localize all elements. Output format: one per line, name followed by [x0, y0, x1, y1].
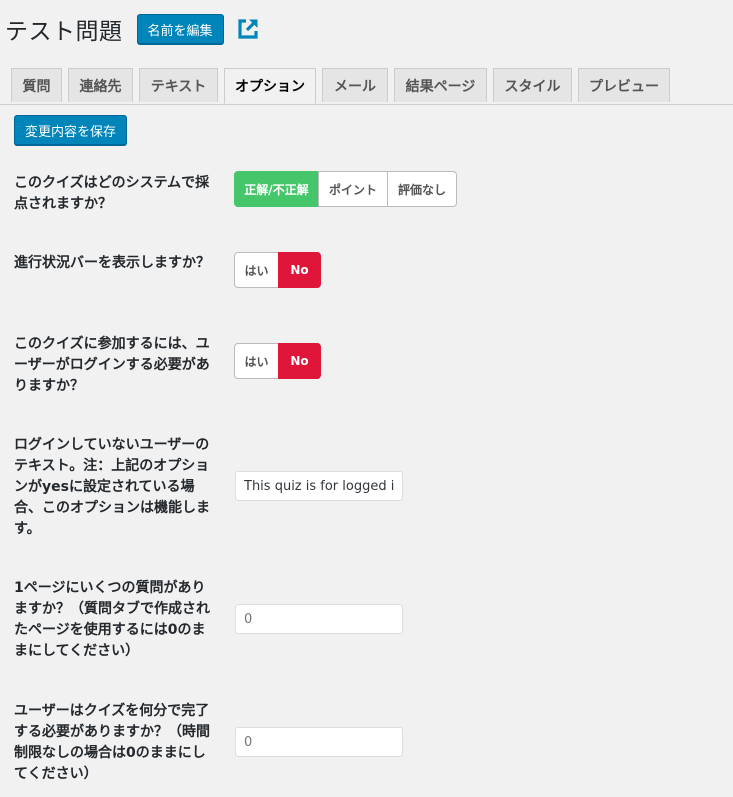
logged-out-text-label: ログインしていないユーザーのテキスト。注：上記のオプションがyesに設定されてい… — [14, 437, 210, 537]
scoring-no-grade-button[interactable]: 評価なし — [387, 171, 457, 207]
tab-results-page[interactable]: 結果ページ — [394, 68, 487, 102]
save-changes-button[interactable]: 変更内容を保存 — [14, 115, 128, 145]
scoring-points-button[interactable]: ポイント — [318, 171, 388, 207]
questions-per-page-label: 1ページにいくつの質問がありますか？（質問タブで作成されたページを使用するには0… — [14, 580, 210, 659]
require-login-label: このクイズに参加するには、ユーザーがログインする必要がありますか？ — [14, 336, 210, 394]
tab-questions[interactable]: 質問 — [11, 68, 62, 102]
logged-out-text-input[interactable] — [235, 471, 403, 501]
progress-bar-toggle: はい No — [234, 252, 321, 288]
tab-bar: 質問 連絡先 テキスト オプション メール 結果ページ スタイル プレビュー — [0, 68, 733, 105]
require-login-no-button[interactable]: No — [278, 343, 321, 379]
progress-bar-no-button[interactable]: No — [278, 252, 321, 288]
tab-options[interactable]: オプション — [224, 68, 316, 104]
scoring-correct-incorrect-button[interactable]: 正解/不正解 — [234, 171, 319, 207]
progress-bar-label: 進行状況バーを表示しますか？ — [14, 255, 210, 271]
tab-email[interactable]: メール — [322, 68, 388, 102]
page-title: テスト問題 — [5, 19, 123, 45]
scoring-system-label: このクイズはどのシステムで採点されますか？ — [14, 175, 210, 212]
rename-button[interactable]: 名前を編集 — [136, 14, 224, 44]
tab-contact[interactable]: 連絡先 — [68, 68, 133, 102]
require-login-yes-button[interactable]: はい — [234, 343, 279, 379]
questions-per-page-input[interactable] — [235, 604, 403, 634]
tab-text[interactable]: テキスト — [139, 68, 218, 102]
tab-style[interactable]: スタイル — [493, 68, 572, 102]
progress-bar-yes-button[interactable]: はい — [234, 252, 279, 288]
external-link-icon[interactable] — [236, 17, 260, 41]
title-row: テスト問題 名前を編集 — [5, 12, 260, 46]
require-login-toggle: はい No — [234, 343, 321, 379]
time-limit-label: ユーザーはクイズを何分で完了する必要がありますか？（時間制限なしの場合は0のまま… — [14, 703, 210, 782]
time-limit-input[interactable] — [235, 727, 403, 757]
scoring-system-toggle: 正解/不正解 ポイント 評価なし — [234, 171, 457, 207]
tab-preview[interactable]: プレビュー — [578, 68, 670, 102]
